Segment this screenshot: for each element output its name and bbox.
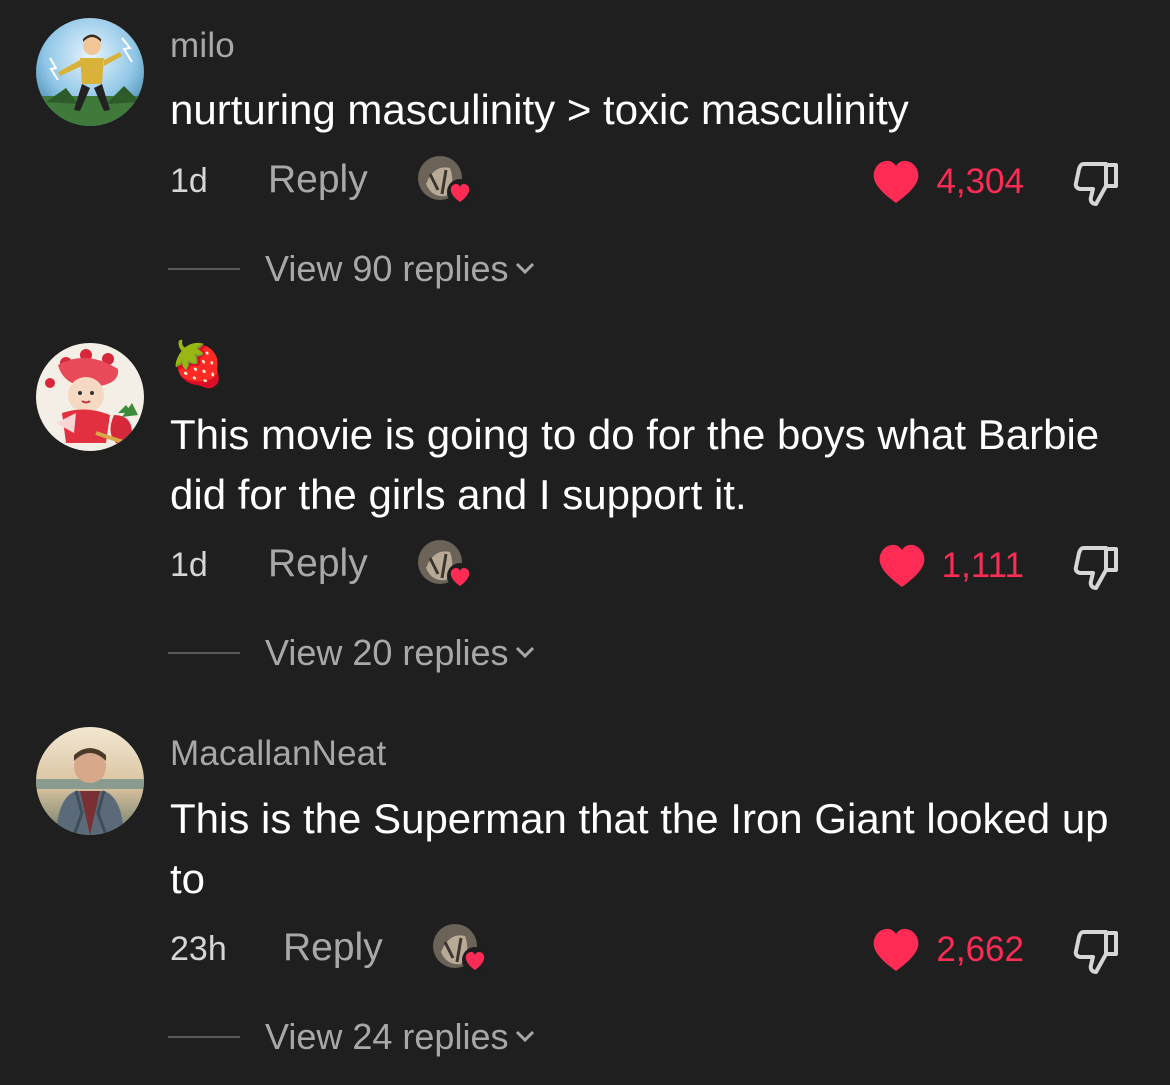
avatar[interactable] bbox=[36, 18, 144, 126]
comment-username[interactable]: milo bbox=[170, 26, 235, 66]
thumbs-down-icon[interactable] bbox=[1070, 924, 1124, 978]
comment-text: This movie is going to do for the boys w… bbox=[170, 411, 1100, 518]
comment-timestamp: 1d bbox=[170, 162, 208, 200]
comment-username[interactable]: 🍓 bbox=[170, 338, 225, 390]
heart-icon[interactable] bbox=[870, 927, 922, 973]
avatar-image bbox=[36, 343, 144, 451]
like-count: 2,662 bbox=[936, 930, 1024, 969]
view-replies-text: View 24 replies bbox=[265, 1016, 509, 1057]
avatar-image bbox=[36, 727, 144, 835]
thumbs-down-icon[interactable] bbox=[1070, 540, 1124, 594]
reply-button[interactable]: Reply bbox=[268, 158, 368, 202]
comment-timestamp: 1d bbox=[170, 546, 208, 584]
avatar-image bbox=[36, 18, 144, 126]
chevron-down-icon bbox=[516, 647, 535, 659]
heart-icon[interactable] bbox=[870, 159, 922, 205]
comment-text: This is the Superman that the Iron Giant… bbox=[170, 795, 1109, 902]
comment-actions: 1d Reply 4,304 bbox=[0, 152, 1170, 212]
view-replies-label: View 90 replies bbox=[265, 248, 540, 290]
creator-liked-avatar-icon bbox=[416, 538, 474, 594]
comment-actions: 1d Reply 1,111 bbox=[0, 536, 1170, 596]
divider bbox=[168, 268, 240, 270]
heart-icon[interactable] bbox=[876, 543, 928, 589]
like-group: 2,662 bbox=[870, 922, 1024, 978]
avatar[interactable] bbox=[36, 343, 144, 451]
creator-liked-avatar-icon bbox=[416, 154, 474, 210]
creator-liked-avatar-icon bbox=[431, 922, 489, 978]
divider bbox=[168, 652, 240, 654]
avatar[interactable] bbox=[36, 727, 144, 835]
like-count: 1,111 bbox=[941, 546, 1024, 585]
like-count: 4,304 bbox=[936, 162, 1024, 201]
comment-username[interactable]: MacallanNeat bbox=[170, 734, 386, 774]
divider bbox=[168, 1036, 240, 1038]
view-replies-label: View 24 replies bbox=[265, 1016, 540, 1058]
like-group: 1,111 bbox=[876, 538, 1024, 594]
reply-button[interactable]: Reply bbox=[283, 926, 383, 970]
thumbs-down-icon[interactable] bbox=[1070, 156, 1124, 210]
comment-timestamp: 23h bbox=[170, 930, 227, 968]
view-replies-text: View 90 replies bbox=[265, 248, 509, 289]
comment-text: nurturing masculinity > toxic masculinit… bbox=[170, 86, 909, 133]
chevron-down-icon bbox=[516, 263, 535, 275]
view-replies-button[interactable]: View 20 replies bbox=[0, 628, 1170, 678]
view-replies-button[interactable]: View 24 replies bbox=[0, 1012, 1170, 1062]
view-replies-button[interactable]: View 90 replies bbox=[0, 244, 1170, 294]
like-group: 4,304 bbox=[870, 154, 1024, 210]
comment-actions: 23h Reply 2,662 bbox=[0, 920, 1170, 980]
reply-button[interactable]: Reply bbox=[268, 542, 368, 586]
view-replies-text: View 20 replies bbox=[265, 632, 509, 673]
view-replies-label: View 20 replies bbox=[265, 632, 540, 674]
chevron-down-icon bbox=[516, 1031, 535, 1043]
